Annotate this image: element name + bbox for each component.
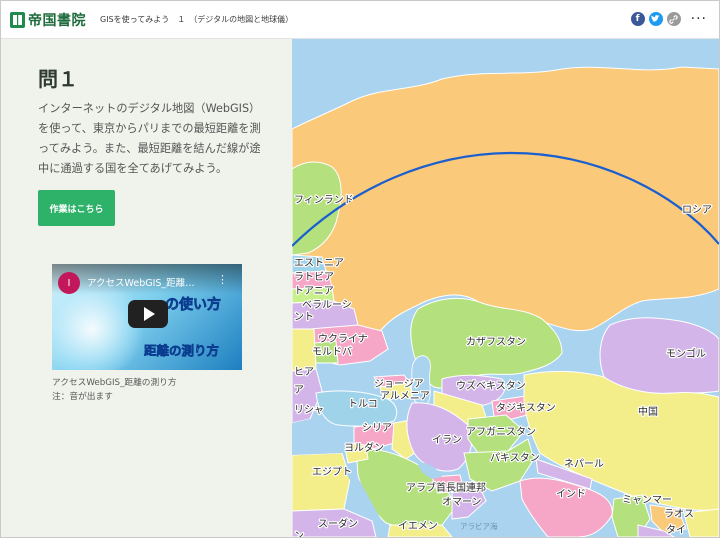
link-icon[interactable]	[666, 12, 681, 26]
book-icon	[10, 11, 25, 28]
label-syria: シリア	[362, 423, 392, 434]
label-frag-ia: ア	[294, 385, 304, 396]
video-caption-note: 注：音が出ます	[52, 392, 113, 402]
label-uzbekistan: ウズベキスタン	[456, 379, 526, 392]
label-estonia: エストニア	[294, 258, 344, 269]
label-moldova: モルドバ	[312, 346, 352, 358]
label-frag-n: ン	[294, 531, 304, 537]
more-options-icon[interactable]: ···	[691, 12, 707, 26]
label-laos: ラオス	[664, 508, 694, 520]
label-egypt: エジプト	[312, 466, 352, 478]
video-menu-icon[interactable]: ⋮	[217, 273, 228, 286]
label-lithuania: トアニア	[294, 286, 334, 297]
label-frag-hia: ヒア	[294, 366, 314, 378]
label-uae: アラブ首長国連邦	[406, 481, 486, 494]
question-text: インターネットのデジタル地図（WebGIS）を使って、東京からパリまでの最短距離…	[38, 102, 261, 175]
label-kazakhstan: カザフスタン	[466, 336, 526, 348]
label-india: インド	[556, 489, 586, 500]
work-button[interactable]: 作業はこちら	[38, 190, 115, 226]
label-thailand: タイ	[666, 524, 686, 536]
label-iran: イラン	[432, 434, 462, 446]
question-title: 問１	[38, 67, 78, 91]
logo[interactable]: 帝国書院	[10, 10, 86, 30]
label-armenia: アルメニア	[380, 391, 430, 402]
label-oman: オマーン	[442, 496, 482, 508]
label-pakistan: パキスタン	[490, 452, 540, 464]
label-latvia: ラトビア	[294, 271, 334, 283]
label-afghanistan: アフガニスタン	[466, 426, 536, 438]
label-arabian-sea: アラビア海	[460, 521, 498, 531]
label-yemen: イエメン	[398, 521, 438, 532]
map-canvas[interactable]: フィンランド ロシア エストニア ラトビア トアニア ベラルーシ ント ウクライ…	[292, 39, 719, 537]
label-frag-nto: ント	[294, 312, 314, 323]
video-overlay-text-1: の使い方	[165, 297, 222, 314]
label-finland: フィンランド	[294, 194, 354, 206]
label-tajikistan: タジキスタン	[496, 402, 556, 414]
label-nepal: ネパール	[564, 458, 604, 470]
video-caption-title: アクセスWebGIS_距離の測り方	[52, 378, 177, 388]
share-buttons: f ···	[627, 12, 707, 26]
logo-text: 帝国書院	[28, 12, 86, 29]
video-caption: アクセスWebGIS_距離の測り方 注：音が出ます	[52, 376, 177, 404]
country-india[interactable]	[519, 477, 613, 537]
label-turkey: トルコ	[348, 399, 378, 410]
twitter-icon[interactable]	[648, 12, 663, 26]
facebook-icon[interactable]: f	[630, 12, 645, 26]
label-ukraine: ウクライナ	[318, 333, 368, 345]
label-jordan: ヨルダン	[344, 441, 384, 454]
web-map[interactable]: フィンランド ロシア エストニア ラトビア トアニア ベラルーシ ント ウクライ…	[292, 39, 719, 537]
video-player[interactable]: I アクセスWebGIS_距離… ⋮ の使い方 距離の測り方	[52, 264, 242, 370]
play-button-icon[interactable]	[128, 300, 168, 328]
label-belarus: ベラルーシ	[302, 299, 352, 311]
label-mongolia: モンゴル	[666, 347, 706, 360]
top-bar: 帝国書院 GISを使ってみよう １ （デジタルの地図と地球儀） f ···	[1, 1, 719, 39]
video-title[interactable]: アクセスWebGIS_距離…	[87, 275, 195, 289]
label-china: 中国	[638, 405, 658, 418]
country-russia[interactable]	[292, 66, 719, 342]
country-egypt[interactable]	[292, 452, 351, 512]
label-georgia: ジョージア	[374, 379, 424, 390]
video-overlay-text-2: 距離の測り方	[144, 343, 220, 359]
story-title: GISを使ってみよう １ （デジタルの地図と地球儀）	[100, 15, 294, 24]
label-sudan: スーダン	[318, 517, 358, 530]
label-myanmar: ミャンマー	[622, 495, 672, 506]
channel-avatar[interactable]: I	[58, 272, 80, 294]
label-frag-ria: リシャ	[294, 405, 324, 416]
narrative-panel: 問１ インターネットのデジタル地図（WebGIS）を使って、東京からパリまでの最…	[1, 39, 292, 537]
label-russia: ロシア	[682, 205, 712, 216]
